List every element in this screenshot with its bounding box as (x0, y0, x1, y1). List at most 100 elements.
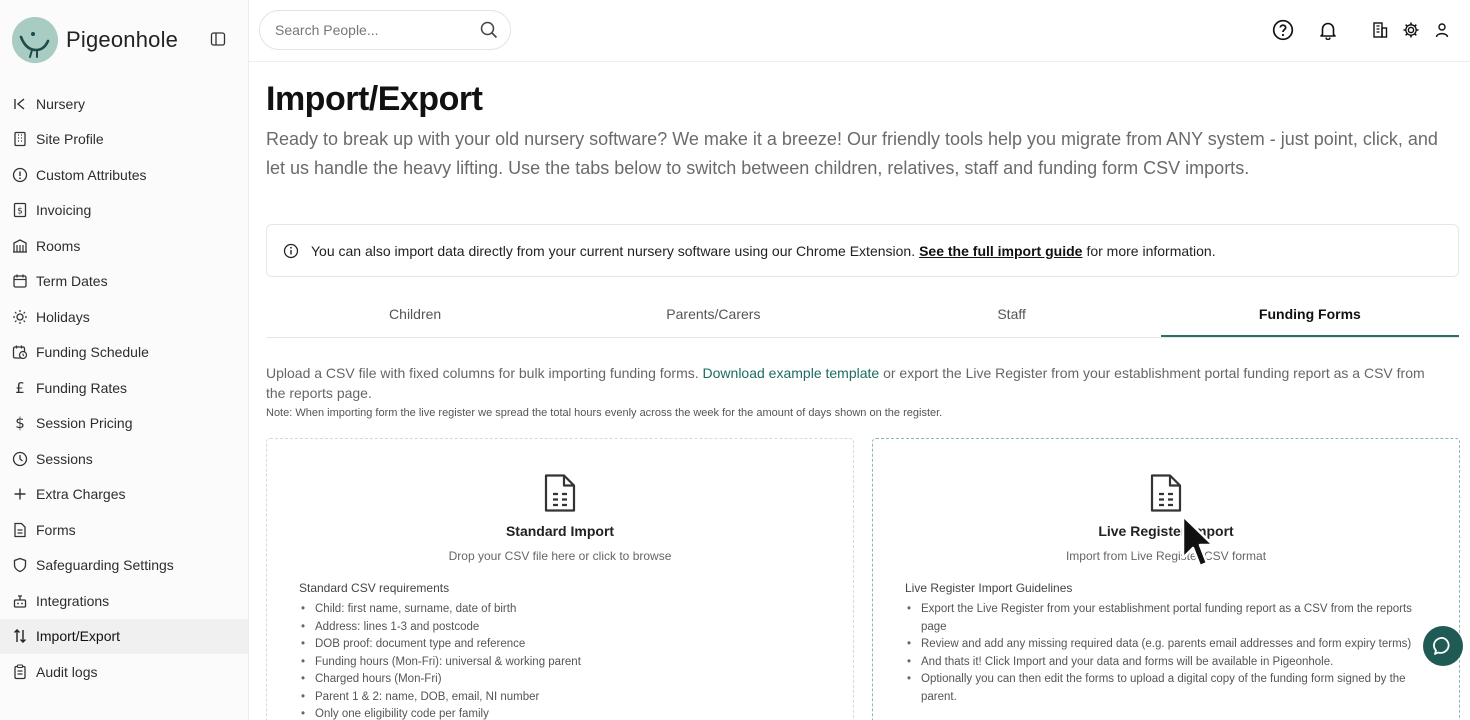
gear-icon[interactable] (1401, 20, 1421, 40)
tab-staff[interactable]: Staff (863, 296, 1161, 337)
sidebar-item-forms[interactable]: Forms (0, 512, 248, 548)
spreadsheet-file-icon (1149, 473, 1183, 513)
notice-text-after: for more information. (1086, 242, 1216, 259)
plus-icon (12, 486, 28, 502)
svg-text:$: $ (17, 207, 23, 217)
list-item: Parent 1 & 2: name, DOB, email, NI numbe… (299, 689, 829, 707)
sidebar-item-label: Funding Schedule (36, 344, 149, 361)
user-icon[interactable] (1432, 20, 1452, 40)
help-icon[interactable] (1272, 19, 1294, 41)
sun-icon (12, 309, 28, 325)
sidebar-item-label: Site Profile (36, 131, 104, 148)
chat-button[interactable] (1423, 626, 1463, 666)
calendar-clock-icon (12, 344, 28, 360)
sidebar-item-holidays[interactable]: Holidays (0, 299, 248, 335)
sidebar-item-label: Forms (36, 521, 76, 538)
list-item: Review and add any missing required data… (905, 636, 1435, 654)
import-guide-link[interactable]: See the full import guide (919, 243, 1082, 259)
list-item: Address: lines 1-3 and postcode (299, 619, 829, 637)
search-box[interactable] (259, 10, 511, 50)
bell-icon[interactable] (1318, 20, 1338, 40)
tab-funding-forms[interactable]: Funding Forms (1160, 296, 1459, 337)
sidebar-item-session-pricing[interactable]: $ Session Pricing (0, 406, 248, 442)
funding-desc-text: Upload a CSV file with fixed columns for… (266, 365, 699, 381)
tab-parents-carers[interactable]: Parents/Carers (564, 296, 862, 337)
calendar-icon (12, 273, 28, 289)
brand[interactable]: Pigeonhole (12, 16, 178, 64)
sidebar-item-label: Nursery (36, 95, 86, 112)
import-notice: You can also import data directly from y… (266, 224, 1459, 277)
sidebar-item-label: Integrations (36, 592, 110, 609)
card-subtitle: Drop your CSV file here or click to brow… (448, 549, 672, 563)
arrows-up-down-icon (12, 628, 28, 644)
sidebar-item-safeguarding-settings[interactable]: Safeguarding Settings (0, 548, 248, 584)
list-item: Funding hours (Mon-Fri): universal & wor… (299, 654, 829, 672)
pound-icon: £ (12, 380, 28, 396)
guidelines: Live Register Import Guidelines Export t… (905, 581, 1435, 706)
notice-text: You can also import data directly from y… (311, 242, 916, 259)
sidebar-item-label: Custom Attributes (36, 166, 147, 183)
list-item: Child: first name, surname, date of birt… (299, 601, 829, 619)
import-tabs: Children Parents/Carers Staff Funding Fo… (266, 296, 1459, 338)
clock-icon (12, 451, 28, 467)
sidebar-item-integrations[interactable]: Integrations (0, 583, 248, 619)
spreadsheet-file-icon (543, 473, 577, 513)
receipt-icon: $ (12, 202, 28, 218)
tab-children[interactable]: Children (266, 296, 564, 337)
sidebar-item-site-profile[interactable]: Site Profile (0, 122, 248, 158)
standard-import-dropzone[interactable]: Standard Import Drop your CSV file here … (266, 438, 854, 720)
guidelines-list: Export the Live Register from your estab… (905, 601, 1435, 706)
sidebar-item-rooms[interactable]: Rooms (0, 228, 248, 264)
sidebar-toggle-icon[interactable] (210, 31, 226, 47)
search-icon[interactable] (480, 21, 498, 39)
sidebar-item-funding-rates[interactable]: £ Funding Rates (0, 370, 248, 406)
card-subtitle: Import from Live Register CSV format (1065, 549, 1267, 563)
live-register-import-dropzone[interactable]: Live Register Import Import from Live Re… (872, 438, 1460, 720)
shield-icon (12, 557, 28, 573)
list-item: And thats it! Click Import and your data… (905, 654, 1435, 672)
sidebar: Pigeonhole Nursery Site Profile Custom A… (0, 0, 249, 720)
sidebar-item-label: Audit logs (36, 663, 98, 680)
requirements-heading: Standard CSV requirements (299, 581, 450, 595)
download-template-link[interactable]: Download example template (703, 365, 880, 381)
list-item: DOB proof: document type and reference (299, 636, 829, 654)
sidebar-item-label: Holidays (36, 308, 90, 325)
sidebar-item-custom-attributes[interactable]: Custom Attributes (0, 157, 248, 193)
guidelines-heading: Live Register Import Guidelines (905, 581, 1073, 595)
pigeon-logo-icon (12, 17, 58, 63)
chat-bubble-icon (1432, 635, 1454, 657)
sidebar-item-label: Invoicing (36, 202, 92, 219)
sidebar-item-label: Safeguarding Settings (36, 557, 174, 574)
sidebar-item-sessions[interactable]: Sessions (0, 441, 248, 477)
sidebar-item-nursery[interactable]: Nursery (0, 86, 248, 122)
sidebar-item-invoicing[interactable]: $ Invoicing (0, 193, 248, 229)
building-icon (12, 131, 28, 147)
dollar-icon: $ (12, 415, 28, 431)
sidebar-item-label: Sessions (36, 450, 93, 467)
sidebar-item-label: Rooms (36, 237, 81, 254)
sidebar-nav: Nursery Site Profile Custom Attributes $… (0, 86, 248, 690)
funding-note: Note: When importing form the live regis… (266, 407, 943, 419)
buildings-icon[interactable] (1370, 20, 1390, 40)
sidebar-item-label: Session Pricing (36, 415, 133, 432)
list-item: Charged hours (Mon-Fri) (299, 671, 829, 689)
list-item: Optionally you can then edit the forms t… (905, 671, 1435, 706)
sidebar-item-funding-schedule[interactable]: Funding Schedule (0, 335, 248, 371)
sidebar-item-label: Funding Rates (36, 379, 128, 396)
sidebar-item-extra-charges[interactable]: Extra Charges (0, 477, 248, 513)
sidebar-item-label: Term Dates (36, 273, 108, 290)
sidebar-item-term-dates[interactable]: Term Dates (0, 264, 248, 300)
page-title: Import/Export (266, 80, 483, 118)
svg-text:£: £ (15, 380, 25, 396)
sidebar-item-audit-logs[interactable]: Audit logs (0, 654, 248, 690)
requirements: Standard CSV requirements Child: first n… (299, 581, 829, 720)
card-title: Standard Import (505, 523, 615, 539)
svg-text:$: $ (15, 415, 25, 431)
sidebar-item-import-export[interactable]: Import/Export (0, 618, 248, 654)
page-intro: Ready to break up with your old nursery … (266, 129, 1438, 178)
arrow-left-to-line-icon (12, 96, 28, 112)
search-input[interactable] (275, 22, 480, 38)
sidebar-item-label: Import/Export (36, 628, 121, 645)
list-item: Only one eligibility code per family (299, 706, 829, 720)
top-icons (1272, 19, 1452, 41)
